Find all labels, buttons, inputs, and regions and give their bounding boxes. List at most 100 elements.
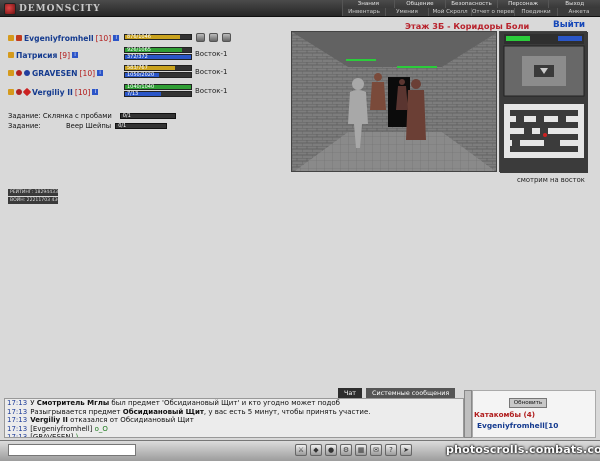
tab-chat[interactable]: Чат [338,388,363,398]
chat-smile-text: ) [75,433,79,438]
help-icon[interactable]: ? [385,444,397,456]
clan-icon [16,89,22,95]
effect-icon[interactable] [209,33,218,42]
rating-line: РЕЙТИНГ: 1829443335 [8,189,58,196]
menu-security[interactable]: Безопасность [445,0,497,8]
map-icon[interactable]: ▦ [355,444,367,456]
hp-bar: 876/1046 [124,34,192,40]
player-name[interactable]: Патрисия [16,51,57,60]
demon-logo-icon [4,2,16,15]
chat-text: отказался от Обсидиановый Щит [67,416,194,425]
task-progress: 0/1 [115,122,168,129]
chat-smile-text: o_O [94,424,108,433]
menu-communication[interactable]: Общение [393,0,446,8]
chat-timestamp: 17:13 [7,424,28,433]
chat-input[interactable] [8,444,136,456]
tab-system-messages[interactable]: Системные сообщения [366,388,456,398]
chat-message: 17:13 Vergiliy II отказался от Обсидианов… [5,416,463,425]
chat-scrollbar[interactable] [464,390,472,438]
chat-message: 17:13 [Evgeniyfromhell] o_O [5,425,463,434]
task-row[interactable]: Задание: Склянка с пробами 0/1 [8,111,176,120]
menu-knowledge[interactable]: Знания [342,0,394,8]
chat-log: 17:13 У Смотритель Мглы был предмет 'Обси… [4,398,464,438]
chat-bold-text: Vergiliy II [30,416,68,425]
info-icon[interactable]: i [97,70,104,76]
player-row[interactable]: GRAVESEN [10] i [8,68,104,78]
task-row[interactable]: Задание: Веер Шейпы 0/1 [8,121,168,130]
party-icon [8,89,14,95]
effect-icon[interactable] [222,33,231,42]
location-users-title: Катакомбы (4) [474,410,536,419]
dungeon-view[interactable] [291,31,497,172]
player-level: [10] [74,87,91,97]
chat-timestamp: 17:13 [7,433,28,438]
rating-block: РЕЙТИНГ: 1829443335 ВОЙН: 22211703 43611 [8,189,58,205]
location-user[interactable]: Evgeniyfromhell[10 [477,421,558,430]
task-target: Веер Шейпы [66,121,112,130]
location-title: Этаж 3Б - Коридоры Боли [405,21,530,31]
player-bars: 876/1046 [124,34,192,41]
chat-message: 17:13 Разыгрывается предмет Обсидиановый … [5,408,463,417]
party-icon [8,70,14,76]
logo-text: DEMONSCITY [19,3,101,14]
exit-link[interactable]: Выйти [553,20,585,30]
wins-line: ВОЙН: 22211703 43611 [8,197,58,204]
shield-icon[interactable]: ◆ [310,444,322,456]
effect-icon[interactable] [196,33,205,42]
player-level: [10] [95,33,112,43]
arrow-icon[interactable]: ➤ [400,444,412,456]
player-location: Восток-1 [195,68,228,76]
player-row[interactable]: Vergiliy II [10] i [8,87,99,97]
view-direction-caption: смотрим на восток [517,176,585,184]
menu-fights[interactable]: Поединки [514,8,557,16]
player-marker [543,133,547,137]
gear-icon[interactable]: ⚙ [340,444,352,456]
refresh-button[interactable]: Обновить [509,398,547,408]
watermark: photoscrolls.combats.com [446,443,600,456]
chat-tabs: Чат Системные сообщения [4,388,472,398]
minimap[interactable] [499,31,588,173]
task-label: Задание: [8,121,41,130]
menu-exit[interactable]: Выход [548,0,600,8]
player-bars: 1040/1040 7/13 [124,84,192,98]
minimap-grid [500,32,588,173]
player-row[interactable]: Патрисия [9] i [8,50,79,60]
player-name[interactable]: Evgeniyfromhell [24,34,94,43]
chat-timestamp: 17:13 [7,407,28,416]
clan-icon [16,35,22,41]
chat-text: был предмет 'Обсидиановый Щит' и кто уго… [109,399,340,407]
logo[interactable]: DEMONSCITY [4,2,101,15]
location-users-panel: Обновить Катакомбы (4) Evgeniyfromhell[1… [472,390,596,438]
sword-icon[interactable]: ⚔ [295,444,307,456]
main-menu: Знания Общение Безопасность Персонаж Вых… [342,0,600,16]
mp-bar: 7/13 [124,91,192,97]
party-icon [8,52,14,58]
mail-icon[interactable]: ✉ [370,444,382,456]
chat-text: [GRAVESEN] [30,433,76,438]
menu-skills[interactable]: Умения [385,8,428,16]
info-icon[interactable]: i [92,89,99,95]
player-location: Восток-1 [195,50,228,58]
potion-icon[interactable]: ● [325,444,337,456]
menu-my-scroll[interactable]: Мой Скролл [428,8,471,16]
player-bars: 583/767 1050/2020 [124,65,192,79]
player-name[interactable]: GRAVESEN [32,69,78,78]
info-icon[interactable]: i [113,35,120,41]
menu-transfer-report[interactable]: Отчет о переводах [471,8,514,16]
info-icon[interactable]: i [72,52,79,58]
chat-message: 17:13 У Смотритель Мглы был предмет 'Обси… [5,399,463,408]
menu-inventory[interactable]: Инвентарь [342,8,385,16]
top-bar: DEMONSCITY Знания Общение Безопасность П… [0,0,600,17]
task-progress: 0/1 [119,112,176,119]
clan-icon [24,70,30,76]
player-row[interactable]: Evgeniyfromhell [10] i [8,33,120,43]
player-name[interactable]: Vergiliy II [32,88,73,97]
mp-bar: 1050/2020 [124,72,192,78]
player-level: [9] [59,50,71,60]
menu-profile[interactable]: Анкета [557,8,600,16]
chat-text: , у вас есть 5 минут, чтобы принять учас… [203,407,371,416]
task-label: Задание: Склянка с пробами [8,111,112,120]
corridor-scene [292,32,496,171]
menu-row-secondary: Инвентарь Умения Мой Скролл Отчет о пере… [342,8,600,16]
menu-character[interactable]: Персонаж [496,0,549,8]
